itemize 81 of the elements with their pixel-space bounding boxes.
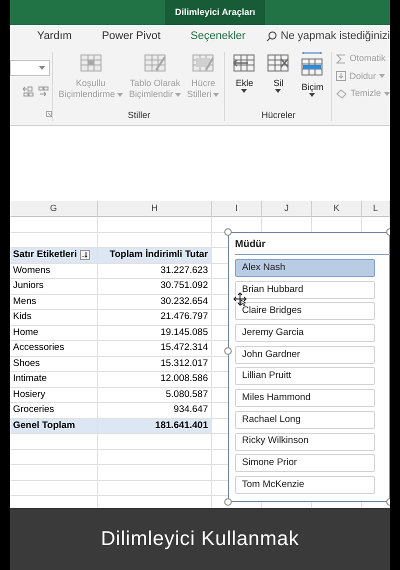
caption-text: Dilimleyici Kullanmak [100, 527, 300, 552]
ribbon-button[interactable]: Biçim [295, 52, 330, 110]
table-cell: Hosiery [13, 388, 46, 402]
table-cell: 12.008.586 [160, 372, 208, 386]
caret-icon [275, 89, 282, 93]
table-cell: Groceries [13, 403, 54, 418]
slicer-item[interactable]: Brian Hubbard [235, 280, 375, 299]
slicer-item[interactable]: Jeremy Garcia [235, 324, 375, 342]
increase-decimal-icon[interactable] [38, 86, 50, 97]
sort-filter-icon[interactable] [80, 250, 90, 260]
slicer-item[interactable]: Alex Nash [235, 259, 375, 277]
format-cells-icon [300, 52, 324, 78]
slicer-item[interactable]: John Gardner [235, 346, 375, 364]
ribbon-tab[interactable]: Power Pivot [102, 28, 161, 45]
group-label: Hücreler [260, 110, 296, 121]
table-cell: 934.647 [174, 403, 208, 418]
resize-handle[interactable] [224, 498, 232, 506]
ribbon-button[interactable]: Sil [261, 52, 296, 110]
slicer-item[interactable]: Lillian Pruitt [235, 367, 375, 386]
context-tab[interactable]: Dilimleyici Araçları [165, 0, 266, 25]
search-icon [266, 31, 277, 42]
table-cell: 15.472.314 [160, 341, 208, 356]
table-cell: 31.227.623 [160, 264, 208, 278]
table-cell: Shoes [13, 356, 40, 371]
table-cell: Mens [13, 294, 36, 309]
column-header[interactable]: K [312, 201, 362, 216]
table-cell: Juniors [13, 279, 44, 294]
table-cell: Intimate [13, 372, 47, 386]
caret-icon [379, 74, 385, 78]
table-cell: 19.145.085 [160, 326, 208, 340]
decrease-decimal-icon[interactable] [22, 86, 34, 97]
column-header[interactable]: I [212, 201, 262, 216]
table-brush-icon [142, 52, 167, 74]
caret-icon [213, 92, 220, 96]
sigma-icon [336, 54, 346, 64]
column-header[interactable]: J [262, 201, 312, 216]
slicer-title: Müdür [235, 237, 390, 255]
tell-me-field[interactable]: Ne yapmak istediğinizi [266, 28, 390, 45]
table-cell: Womens [13, 264, 50, 278]
table-cell: 15.312.017 [160, 356, 208, 371]
resize-handle[interactable] [224, 347, 232, 355]
dialog-launcher-icon[interactable] [46, 111, 52, 117]
ribbon-tab[interactable]: Seçenekler [190, 28, 246, 45]
table-cell: 21.476.797 [160, 310, 208, 324]
slicer-panel[interactable]: Müdür Alex Nash Brian Hubbard Claire Bridges Jeremy Garcia John Gardner Lillian Pruitt Miles Hammond Rachael Long Ricky Wilkinson Simone Prior Tom McKenzie [228, 232, 390, 502]
caret-icon [309, 93, 316, 97]
caret-icon [39, 66, 45, 70]
slicer-item[interactable]: Ricky Wilkinson [235, 432, 375, 450]
pivot-header-cell: Satır Etiketleri [13, 248, 77, 262]
total-value: 181.641.401 [155, 418, 208, 433]
table-cell: 5.080.587 [166, 388, 208, 402]
caret-icon [241, 89, 248, 93]
ribbon-tab[interactable]: Yardım [37, 28, 72, 45]
resize-handle[interactable] [224, 228, 232, 236]
column-header[interactable]: H [98, 201, 212, 216]
slicer-item[interactable]: Rachael Long [235, 410, 375, 429]
caret-icon [174, 92, 181, 96]
eraser-icon [336, 88, 348, 99]
slicer-item[interactable]: Claire Bridges [235, 302, 375, 320]
insert-cells-icon [232, 52, 256, 74]
slicer-item[interactable]: Tom McKenzie [235, 476, 375, 494]
conditional-format-icon [78, 52, 103, 74]
table-cell: Home [13, 326, 38, 340]
column-header[interactable]: L [362, 201, 390, 216]
table-cell: 30.232.654 [160, 294, 208, 309]
ribbon-button[interactable]: Ekle [227, 52, 262, 110]
fill-down-icon [336, 71, 346, 82]
table-cell: Accessories [13, 341, 64, 356]
group-label: Stiller [126, 110, 152, 121]
delete-cells-icon [266, 52, 290, 74]
caret-icon [384, 92, 390, 96]
table-cell: Kids [13, 310, 32, 324]
slicer-item[interactable]: Simone Prior [235, 454, 375, 472]
caret-icon [116, 92, 123, 96]
move-cursor-icon [233, 292, 247, 306]
pivot-header-cell: Toplam İndirimli Tutar [110, 248, 208, 262]
slicer-item[interactable]: Miles Hammond [235, 389, 375, 408]
column-header[interactable]: G [10, 201, 98, 216]
table-cell: 30.751.092 [160, 279, 208, 294]
cell-brush-icon [191, 52, 216, 74]
total-label: Genel Toplam [13, 418, 76, 433]
